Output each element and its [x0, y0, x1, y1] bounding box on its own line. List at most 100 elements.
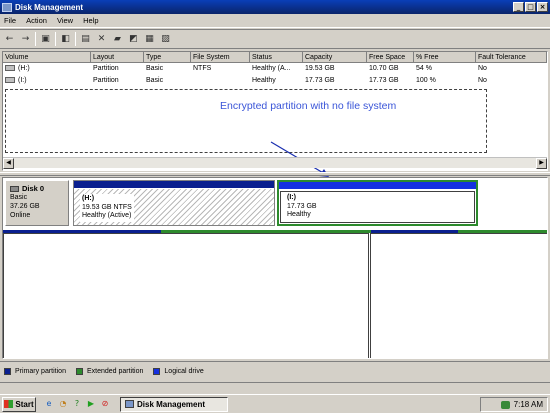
disk-info[interactable]: Disk 0 Basic 37.26 GB Online: [5, 180, 69, 226]
status-bar: [0, 382, 550, 392]
disk-type: Basic: [10, 194, 28, 201]
menu-bar: File Action View Help: [0, 14, 550, 28]
console-icon[interactable]: ▣: [39, 33, 52, 46]
scroll-right-button[interactable]: ▶: [536, 158, 547, 169]
col-layout[interactable]: Layout: [91, 52, 144, 62]
type-cell: Basic: [146, 77, 164, 84]
title-bar: Disk Management _ □ ×: [0, 0, 550, 14]
volume-cell: (H:): [3, 63, 91, 75]
col-status[interactable]: Status: [250, 52, 303, 62]
play-icon[interactable]: ▶: [86, 399, 96, 409]
help-and-support-icon[interactable]: ?: [72, 399, 82, 409]
partition-bar: [279, 182, 476, 189]
col-percent-free[interactable]: % Free: [414, 52, 476, 62]
taskbar-disk-management[interactable]: Disk Management: [120, 396, 228, 412]
scroll-left-button[interactable]: ◀: [3, 158, 14, 169]
partition-status: Healthy: [287, 211, 311, 218]
col-type[interactable]: Type: [144, 52, 191, 62]
status-cell: Healthy (A...: [252, 65, 291, 72]
percent-free-cell: 54 %: [416, 65, 432, 72]
properties2-icon[interactable]: ▦: [143, 33, 156, 46]
disk-management-icon: [125, 400, 134, 408]
delete-icon[interactable]: ✕: [95, 33, 108, 46]
disk-name: Disk 0: [22, 184, 45, 193]
toolbar: ← → ▣ ◧ ▤ ✕ ▰ ◩ ▦ ▨: [0, 29, 550, 49]
type-cell: Basic: [146, 65, 164, 72]
table-row[interactable]: (H:) Partition Basic NTFS Healthy (A... …: [3, 63, 547, 75]
col-fault-tolerance[interactable]: Fault Tolerance: [476, 52, 547, 62]
menu-help[interactable]: Help: [83, 16, 98, 25]
start-button[interactable]: Start: [2, 396, 36, 412]
col-capacity[interactable]: Capacity: [303, 52, 367, 62]
legend-primary: Primary partition: [15, 368, 66, 375]
windows-logo-icon: [4, 400, 14, 408]
fault-tolerance-cell: No: [478, 65, 487, 72]
partition-status: Healthy (Active): [82, 212, 132, 219]
partition-h-label: (H:) 19.53 GB NTFS Healthy (Active): [80, 194, 134, 222]
explore-icon[interactable]: ◩: [127, 33, 140, 46]
menu-action[interactable]: Action: [26, 16, 47, 25]
layout-cell: Partition: [93, 77, 119, 84]
system-tray: 7:18 AM: [480, 397, 548, 412]
col-volume[interactable]: Volume: [3, 52, 91, 62]
network-icon[interactable]: [500, 400, 510, 409]
percent-free-cell: 100 %: [416, 77, 436, 84]
legend-logical: Logical drive: [164, 368, 204, 375]
disk-management-icon: [2, 2, 12, 12]
help-icon[interactable]: ▤: [79, 33, 92, 46]
volume-cell: (I:): [3, 75, 91, 87]
forward-icon[interactable]: →: [19, 33, 32, 46]
partition-hatch: (H:) 19.53 GB NTFS Healthy (Active): [74, 189, 274, 225]
annotation-box: [5, 89, 487, 153]
next-disk-panel: [3, 233, 369, 358]
volume-name: (I:): [18, 77, 27, 84]
internet-explorer-icon[interactable]: e: [44, 399, 54, 409]
start-label: Start: [15, 399, 34, 409]
horizontal-scrollbar[interactable]: ◀ ▶: [3, 157, 547, 169]
status-cell: Healthy: [252, 77, 276, 84]
col-free-space[interactable]: Free Space: [367, 52, 414, 62]
disk-status: Online: [10, 212, 31, 219]
free-space-cell: 10.70 GB: [369, 65, 399, 72]
free-space-cell: 17.73 GB: [369, 77, 399, 84]
properties-icon[interactable]: ◧: [59, 33, 72, 46]
quick-launch: e ◔ ? ▶ ⊘: [44, 399, 110, 409]
partition-h[interactable]: (H:) 19.53 GB NTFS Healthy (Active): [73, 180, 275, 226]
partition-i-label: (I:) 17.73 GB Healthy: [287, 194, 317, 220]
volume-name: (H:): [18, 65, 30, 72]
primary-partition-bar: [74, 181, 274, 188]
next-disk-panel: [370, 233, 547, 358]
window-title: Disk Management: [15, 2, 84, 12]
toolbar-separator: [35, 32, 36, 46]
capacity-cell: 19.53 GB: [305, 65, 335, 72]
menu-file[interactable]: File: [4, 16, 16, 25]
col-file-system[interactable]: File System: [191, 52, 250, 62]
partition-size: 17.73 GB: [287, 202, 317, 210]
legend-swatch-primary: [4, 368, 11, 375]
drive-icon: [5, 65, 15, 72]
minimize-button[interactable]: _: [513, 2, 524, 12]
open-icon[interactable]: ▰: [111, 33, 124, 46]
legend-swatch-logical: [153, 368, 161, 375]
partition-i[interactable]: (I:) 17.73 GB Healthy: [277, 180, 478, 226]
table-row[interactable]: (I:) Partition Basic Healthy 17.73 GB 17…: [3, 75, 547, 87]
legend-swatch-extended: [75, 368, 83, 375]
menu-view[interactable]: View: [57, 16, 73, 25]
taskbar: Start e ◔ ? ▶ ⊘ Disk Management 7:18 AM: [0, 394, 550, 413]
annotation-text: Encrypted partition with no file system: [220, 100, 397, 112]
windows-explorer-icon[interactable]: ◔: [58, 399, 68, 409]
clock[interactable]: 7:18 AM: [514, 400, 543, 409]
pane-splitter[interactable]: [0, 172, 550, 176]
toolbar-separator: [55, 32, 56, 46]
legend-extended: Extended partition: [86, 368, 144, 375]
close-button[interactable]: ×: [537, 2, 548, 12]
disk-pane: Disk 0 Basic 37.26 GB Online (H:) 19.53 …: [2, 177, 548, 359]
stop-icon[interactable]: ⊘: [100, 399, 110, 409]
maximize-button[interactable]: □: [525, 2, 536, 12]
refresh-icon[interactable]: ▨: [159, 33, 172, 46]
partition-name: (I:): [287, 194, 296, 201]
capacity-cell: 17.73 GB: [305, 77, 335, 84]
volume-list-header: Volume Layout Type File System Status Ca…: [3, 52, 547, 63]
partition-name: (H:): [82, 195, 95, 202]
back-icon[interactable]: ←: [3, 33, 16, 46]
